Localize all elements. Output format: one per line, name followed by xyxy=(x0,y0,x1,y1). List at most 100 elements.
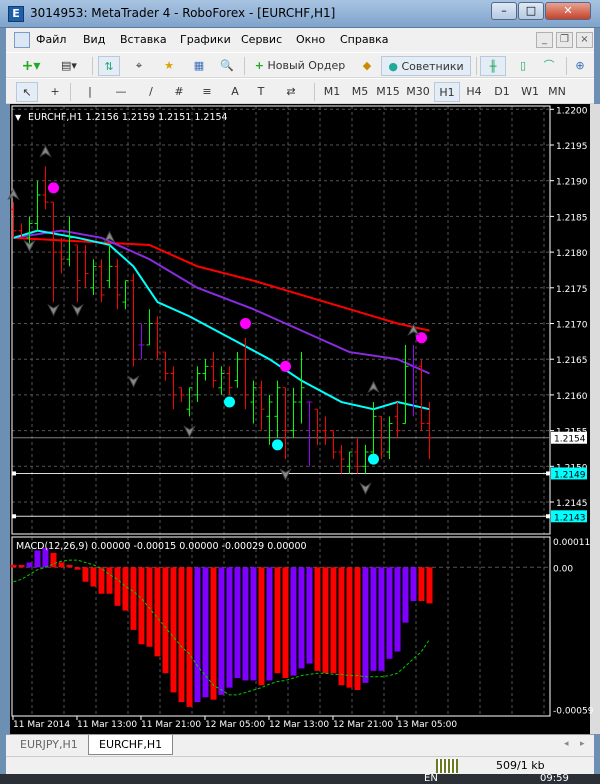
price-tick-label: 1.2160 xyxy=(556,392,588,402)
fractal-up-arrow-icon xyxy=(39,145,52,158)
price-tick-label: 1.2180 xyxy=(556,249,588,259)
fractal-down-arrow-icon xyxy=(47,303,60,317)
macd-bar xyxy=(90,567,97,587)
macd-bar xyxy=(122,567,129,611)
macd-bar xyxy=(130,567,137,630)
macd-bar xyxy=(378,567,385,671)
macd-bar xyxy=(210,567,217,700)
time-label: 12 Mar 21:00 xyxy=(333,720,393,730)
language-indicator[interactable]: EN xyxy=(424,773,438,784)
macd-bar xyxy=(410,567,417,601)
macd-bar xyxy=(106,567,113,594)
macd-bar xyxy=(138,567,145,645)
time-label: 12 Mar 13:00 xyxy=(269,720,329,730)
macd-tick-label: 0.00011 xyxy=(553,538,590,548)
macd-bar xyxy=(58,562,65,568)
macd-bar xyxy=(26,562,33,568)
macd-bar xyxy=(306,567,313,664)
macd-bar xyxy=(146,567,153,647)
macd-bar xyxy=(98,567,105,594)
macd-bar xyxy=(354,567,361,691)
clock: 09:59 xyxy=(540,773,569,784)
macd-bar xyxy=(362,567,369,683)
fractal-up-arrow-icon xyxy=(367,380,380,394)
macd-bar xyxy=(82,567,89,582)
macd-bar xyxy=(346,567,353,688)
macd-bar xyxy=(338,567,345,686)
time-label: 11 Mar 13:00 xyxy=(77,720,137,730)
macd-pane-frame xyxy=(11,536,551,717)
macd-bar xyxy=(34,550,41,568)
line-price-label: 1.2149 xyxy=(554,470,586,480)
macd-bar xyxy=(314,567,321,671)
price-tick-label: 1.2200 xyxy=(556,106,588,116)
macd-bar xyxy=(418,567,425,601)
tab-eurchf[interactable]: EURCHF,H1 xyxy=(88,735,174,755)
macd-bar xyxy=(250,567,257,681)
tab-eurjpy[interactable]: EURJPY,H1 xyxy=(10,735,88,755)
macd-bar xyxy=(386,567,393,659)
signal-dot-magenta xyxy=(240,318,251,329)
macd-header: MACD(12,26,9) 0.00000 -0.00015 0.00000 -… xyxy=(16,541,307,552)
macd-bar xyxy=(186,567,193,707)
taskbar: EN 09:59 xyxy=(0,773,600,784)
macd-bar xyxy=(282,567,289,679)
macd-bar xyxy=(426,567,433,604)
time-label: 11 Mar 2014 xyxy=(13,720,70,730)
signal-dot-magenta xyxy=(48,182,59,194)
macd-bar xyxy=(18,564,25,568)
macd-tick-label: 0.00 xyxy=(553,564,573,574)
traffic-status: 509/1 kb xyxy=(496,759,545,772)
macd-bar xyxy=(330,567,337,674)
macd-bar xyxy=(154,567,161,657)
line-handle xyxy=(12,471,16,476)
line-handle xyxy=(546,514,550,519)
collapse-arrow-icon[interactable]: ▼ xyxy=(15,113,22,122)
chart-tabs: EURJPY,H1 EURCHF,H1 ◂ ▸ xyxy=(6,734,594,756)
line-handle xyxy=(12,514,16,519)
macd-bar xyxy=(290,567,297,676)
macd-bar xyxy=(258,567,265,686)
signal-dot-cyan xyxy=(224,396,235,408)
price-tick-label: 1.2170 xyxy=(556,321,588,331)
macd-bar xyxy=(234,567,241,679)
macd-bar xyxy=(322,567,329,674)
fractal-down-arrow-icon xyxy=(183,425,196,438)
fractal-down-arrow-icon xyxy=(71,303,84,317)
macd-bar xyxy=(66,564,73,568)
macd-bar xyxy=(226,567,233,688)
current-price-label: 1.2154 xyxy=(554,435,586,445)
line-price-label: 1.2143 xyxy=(554,513,586,523)
price-tick-label: 1.2175 xyxy=(556,285,588,295)
fractal-down-arrow-icon xyxy=(279,468,292,481)
macd-bar xyxy=(370,567,377,671)
macd-bar xyxy=(74,567,81,570)
macd-bar xyxy=(298,567,305,669)
macd-bar xyxy=(114,567,121,606)
fractal-down-arrow-icon xyxy=(359,482,372,495)
fractal-down-arrow-icon xyxy=(127,375,140,388)
tab-scroll-right-icon[interactable]: ▸ xyxy=(580,739,585,749)
time-label: 13 Mar 05:00 xyxy=(397,720,457,730)
macd-bar xyxy=(394,567,401,652)
macd-bar xyxy=(170,567,177,693)
price-tick-label: 1.2165 xyxy=(556,356,588,366)
macd-bar xyxy=(218,567,225,695)
signal-dot-cyan xyxy=(272,439,283,451)
macd-bar xyxy=(10,564,17,568)
macd-bar xyxy=(266,567,273,681)
chart-header: EURCHF,H1 1.2156 1.2159 1.2151 1.2154 xyxy=(28,112,228,123)
macd-bar xyxy=(194,567,201,703)
macd-tick-label: -0.00059 xyxy=(553,706,594,716)
fractal-up-arrow-icon xyxy=(7,187,20,201)
macd-bar xyxy=(178,567,185,703)
price-tick-label: 1.2145 xyxy=(556,499,588,509)
price-tick-label: 1.2195 xyxy=(556,142,588,152)
status-bar: 509/1 kb xyxy=(6,756,594,774)
price-chart[interactable]: 1.2200 1.2195 1.2190 1.2185 1.2180 1.2175 1.21… xyxy=(0,0,600,784)
tab-scroll-left-icon[interactable]: ◂ xyxy=(564,739,569,749)
price-tick-label: 1.2190 xyxy=(556,178,588,188)
time-label: 12 Mar 05:00 xyxy=(205,720,265,730)
price-tick-label: 1.2185 xyxy=(556,213,588,223)
time-label: 11 Mar 21:00 xyxy=(141,720,201,730)
